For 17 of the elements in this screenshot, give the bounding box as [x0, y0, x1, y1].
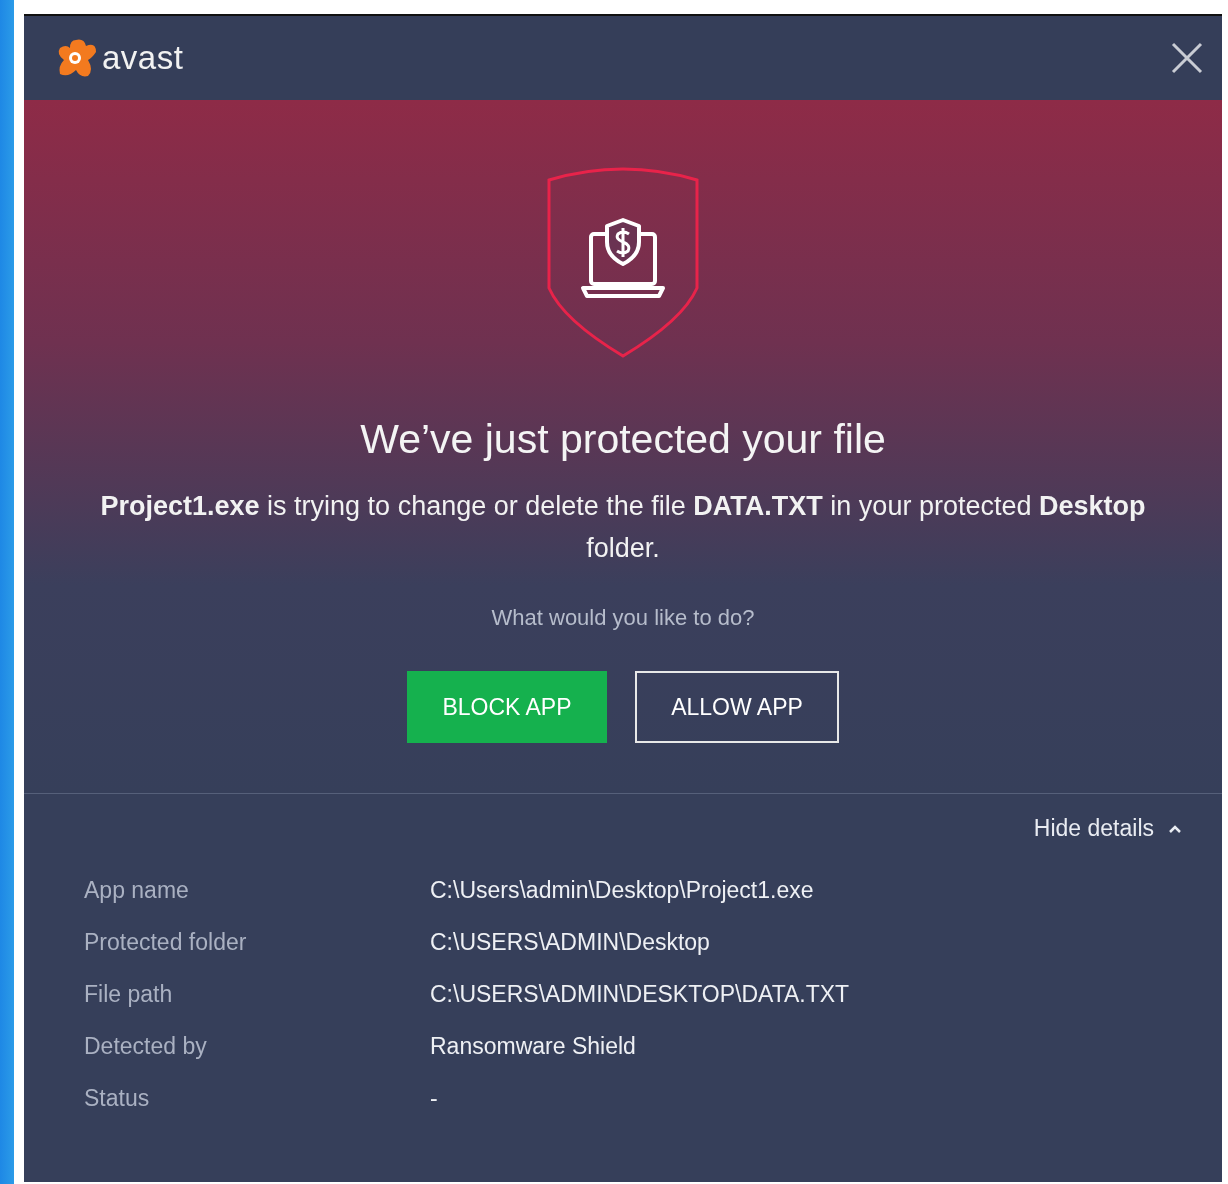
details-toggle[interactable]: Hide details: [1027, 814, 1188, 843]
alert-title: We’ve just protected your file: [360, 416, 886, 463]
detail-value: C:\USERS\ADMIN\Desktop: [430, 928, 711, 957]
detail-value: -: [430, 1084, 439, 1113]
detail-label: App name: [84, 876, 190, 905]
detail-value: C:\USERS\ADMIN\DESKTOP\DATA.TXT: [430, 980, 851, 1009]
allow-button[interactable]: ALLOW APP: [635, 671, 839, 743]
detail-value: Ransomware Shield: [430, 1032, 637, 1061]
detail-label: Detected by: [84, 1032, 208, 1061]
detail-label: Status: [84, 1084, 151, 1113]
detail-value: C:\Users\admin\Desktop\Project1.exe: [430, 876, 815, 905]
chevron-up-icon: [1168, 823, 1182, 834]
alert-message: Project1.exe is trying to change or delete the file DATA.TXT in your protected Desktop folder.: [99, 490, 1147, 565]
logo-text: avast: [102, 39, 184, 77]
question-text: What would you like to do?: [491, 605, 755, 631]
detail-label: Protected folder: [84, 928, 248, 957]
detail-label: File path: [84, 980, 174, 1009]
